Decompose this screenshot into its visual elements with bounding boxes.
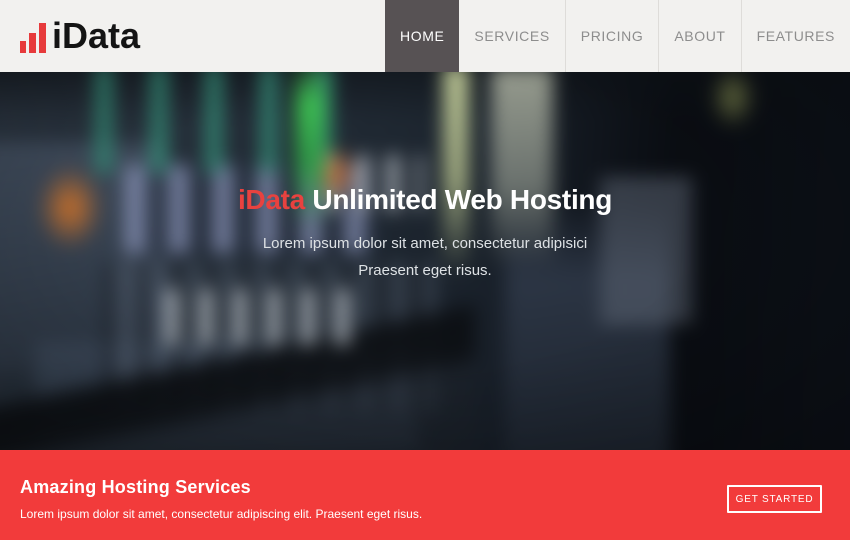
hero-title-highlight: iData [238,184,305,215]
bar-chart-icon [20,23,46,60]
hero-subtitle-line1: Lorem ipsum dolor sit amet, consectetur … [0,230,850,257]
nav-item-home[interactable]: HOME [385,0,459,72]
cta-banner-text: Amazing Hosting Services Lorem ipsum dol… [20,477,422,521]
main-nav: HOME SERVICES PRICING ABOUT FEATURES [385,0,850,72]
get-started-button[interactable]: GET STARTED [727,485,822,513]
nav-item-about[interactable]: ABOUT [658,0,740,72]
nav-item-pricing[interactable]: PRICING [565,0,659,72]
nav-item-services[interactable]: SERVICES [459,0,564,72]
site-header: iData HOME SERVICES PRICING ABOUT FEATUR… [0,0,850,72]
hero-title: iData Unlimited Web Hosting [0,184,850,216]
cta-banner-heading: Amazing Hosting Services [20,477,422,498]
nav-item-features[interactable]: FEATURES [741,0,850,72]
brand-logo[interactable]: iData [0,12,140,60]
hero-title-rest: Unlimited Web Hosting [312,184,612,215]
brand-name: iData [52,12,140,60]
cta-banner-subtext: Lorem ipsum dolor sit amet, consectetur … [20,507,422,521]
hero-content: iData Unlimited Web Hosting Lorem ipsum … [0,72,850,284]
hero-section: iData Unlimited Web Hosting Lorem ipsum … [0,72,850,450]
cta-banner: Amazing Hosting Services Lorem ipsum dol… [0,450,850,540]
hero-subtitle: Lorem ipsum dolor sit amet, consectetur … [0,230,850,284]
hero-subtitle-line2: Praesent eget risus. [0,257,850,284]
